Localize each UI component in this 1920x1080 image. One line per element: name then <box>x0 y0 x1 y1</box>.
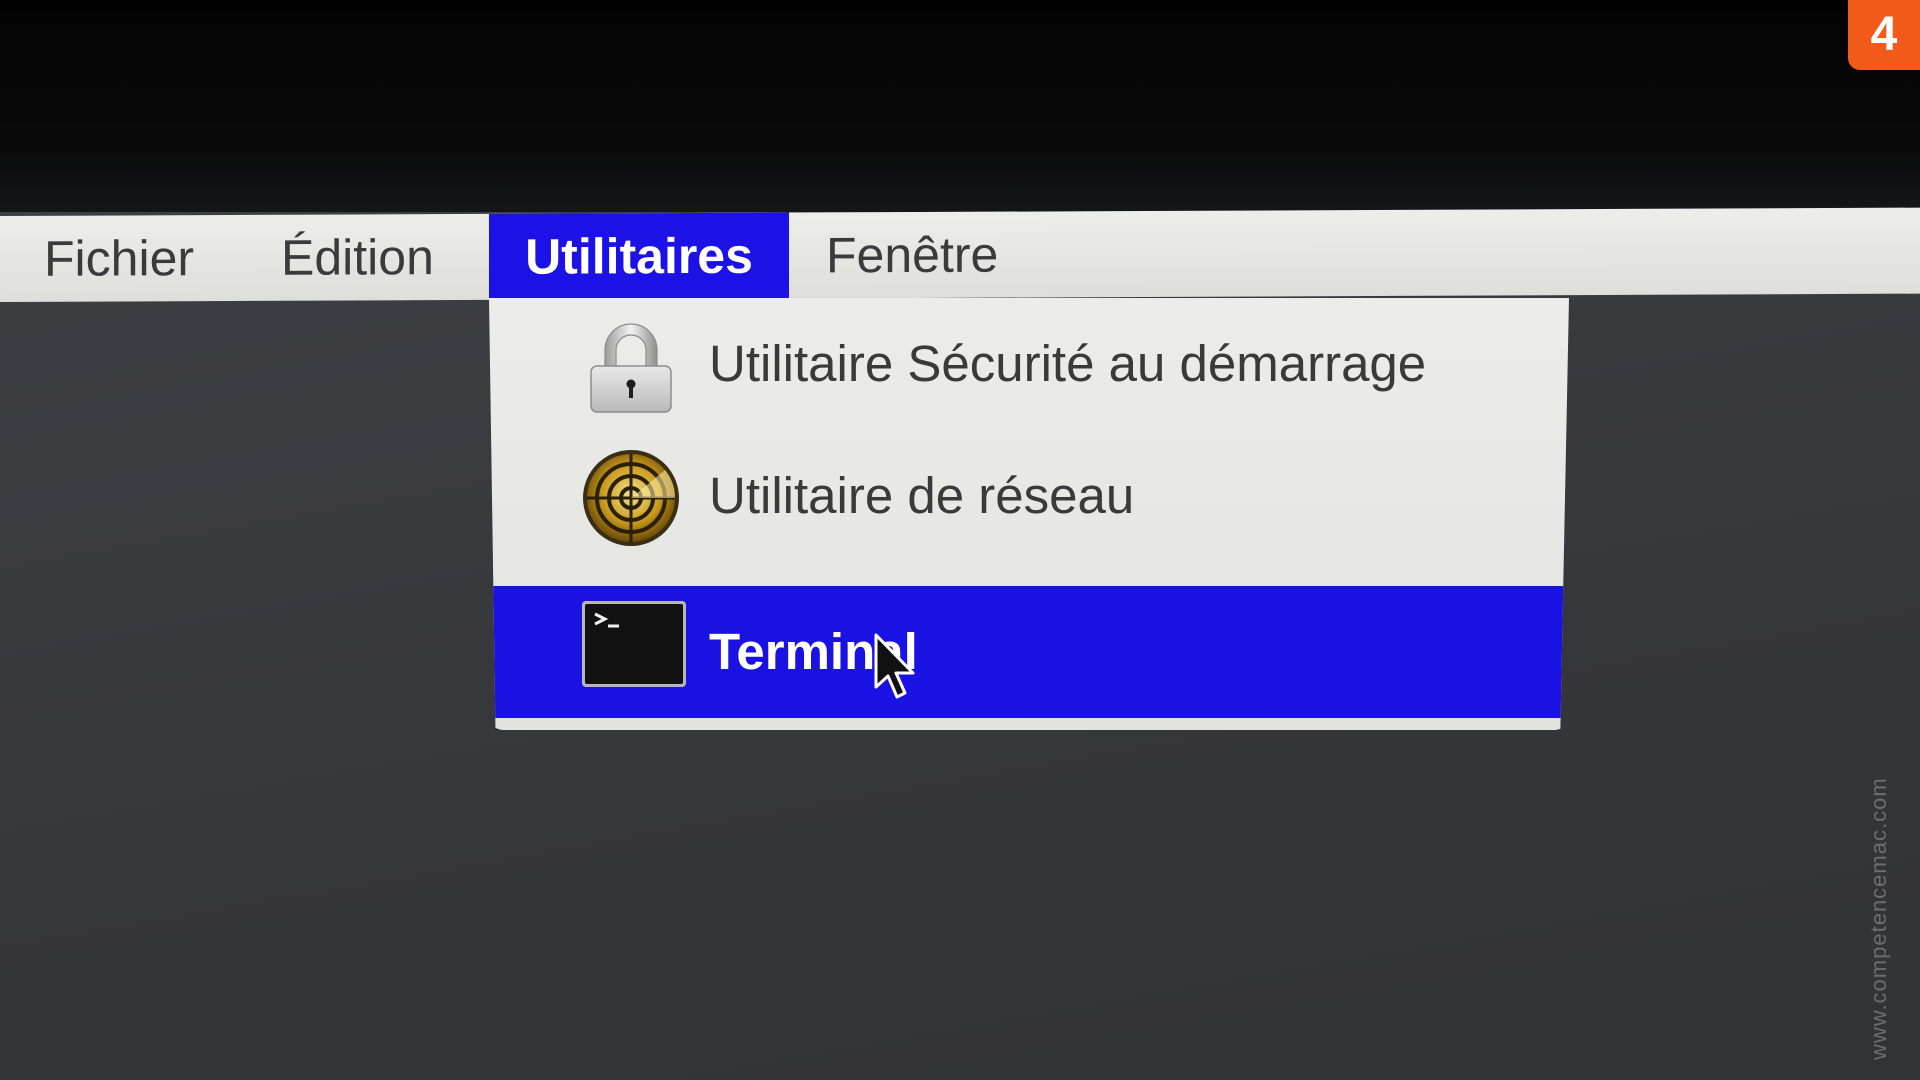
menu-item-network-utility[interactable]: Utilitaire de réseau <box>489 430 1569 562</box>
padlock-icon <box>581 316 681 416</box>
menu-utilitaires[interactable]: Utilitaires <box>489 212 789 300</box>
screen-bezel <box>0 0 1920 212</box>
menu-item-startup-security-utility[interactable]: Utilitaire Sécurité au démarrage <box>489 298 1569 430</box>
menu-item-label: Utilitaire Sécurité au démarrage <box>709 335 1427 392</box>
menu-edition[interactable]: Édition <box>281 214 434 301</box>
radar-icon <box>581 448 681 548</box>
menu-item-label: Utilitaire de réseau <box>709 467 1135 524</box>
utilitaires-dropdown-menu: Utilitaire Sécurité au démarrage Utilita… <box>489 298 1569 730</box>
watermark: www.competencemac.com <box>1866 777 1891 1060</box>
menu-fichier[interactable]: Fichier <box>44 215 194 302</box>
terminal-icon <box>581 600 686 700</box>
arrow-cursor-icon <box>873 633 921 703</box>
menu-item-terminal[interactable]: Terminal <box>489 586 1569 718</box>
menu-bar: Fichier Édition Utilitaires Fenêtre <box>0 207 1920 302</box>
menu-fenetre[interactable]: Fenêtre <box>826 212 998 299</box>
step-number-badge: 4 <box>1848 0 1920 70</box>
